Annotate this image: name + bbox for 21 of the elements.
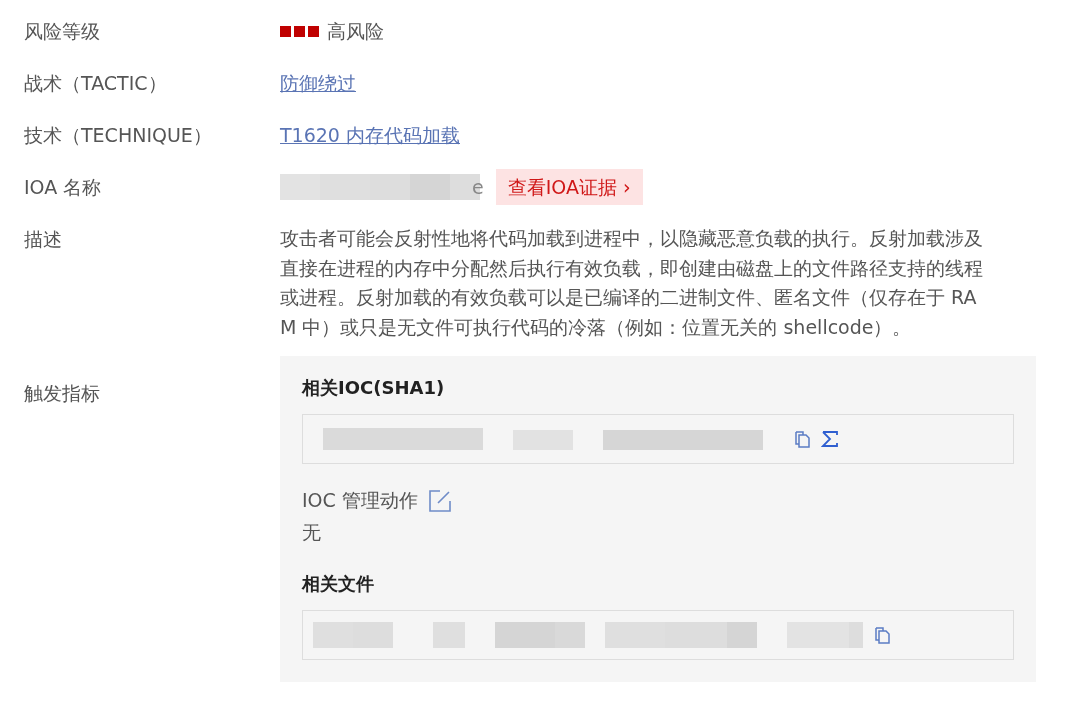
edit-icon[interactable]: [427, 489, 452, 513]
action-label: IOC 管理动作: [302, 488, 418, 513]
link[interactable]: T1620 内存代码加载: [280, 124, 460, 146]
field-label: 技术（TECHNIQUE）: [24, 123, 213, 148]
field-label: 触发指标: [24, 381, 101, 406]
description-text: 攻击者可能会反射性地将代码加载到进程中，以隐藏恶意负载的执行。反射加载涉及直接在进程的内存中分配然后执行有效负载，即创建由磁盘上的文件路径支持的线程或进程。反射加载的有效负载可以是已编译的二进制文件、匿名文件（仅存在于 RAM 中）或只是无文件可执行代码的冷落（例如：位置无关的 shellcode）。: [280, 226, 984, 340]
risk-value: 高风险: [327, 19, 384, 44]
risk-level-icon: [280, 25, 319, 37]
view-evidence-button[interactable]: 查看IOA证据 ›: [495, 169, 643, 205]
sigma-icon[interactable]: [821, 430, 839, 448]
copy-icon[interactable]: [873, 626, 891, 644]
ioa-name: e: [472, 175, 484, 200]
section-title: 相关文件: [302, 572, 375, 596]
field-label: 风险等级: [24, 19, 101, 44]
field-label: 战术（TACTIC）: [24, 71, 168, 96]
action-value: 无: [302, 520, 322, 545]
copy-icon[interactable]: [793, 430, 811, 448]
section-title: 相关IOC(SHA1): [302, 376, 446, 400]
link[interactable]: 防御绕过: [280, 72, 356, 94]
field-label: 描述: [24, 227, 63, 252]
field-label: IOA 名称: [24, 175, 103, 200]
